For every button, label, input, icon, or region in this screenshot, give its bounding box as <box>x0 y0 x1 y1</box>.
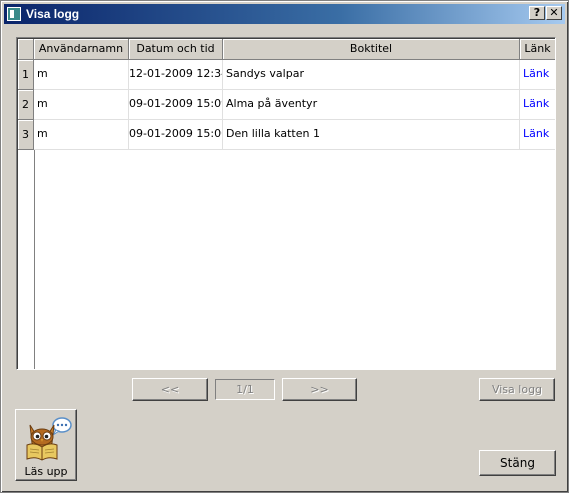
cell-datetime[interactable]: 09-01-2009 15:09 <box>129 90 223 120</box>
row-number[interactable]: 1 <box>18 60 34 90</box>
log-window: Visa logg ? ✕ Användarnamn Datum och tid… <box>0 0 569 493</box>
cell-datetime[interactable]: 12-01-2009 12:34 <box>129 60 223 90</box>
close-window-button[interactable]: ✕ <box>546 6 562 20</box>
cell-book-title[interactable]: Alma på äventyr <box>223 90 520 120</box>
cell-link[interactable]: Länk <box>520 90 555 120</box>
column-header-datetime[interactable]: Datum och tid <box>129 39 223 60</box>
table-row[interactable]: 2 m 09-01-2009 15:09 Alma på äventyr Län… <box>18 90 555 120</box>
page-indicator: 1/1 <box>215 379 275 400</box>
read-aloud-button[interactable]: Läs upp <box>15 409 77 481</box>
next-page-button[interactable]: >> <box>282 378 357 401</box>
help-button[interactable]: ? <box>529 6 545 20</box>
cell-username[interactable]: m <box>34 120 129 150</box>
show-log-button[interactable]: Visa logg <box>479 378 555 401</box>
row-header-divider <box>34 150 35 369</box>
cell-datetime[interactable]: 09-01-2009 15:06 <box>129 120 223 150</box>
title-bar[interactable]: Visa logg ? ✕ <box>4 4 565 24</box>
column-header-username[interactable]: Användarnamn <box>34 39 129 60</box>
cell-link[interactable]: Länk <box>520 60 555 90</box>
cell-book-title[interactable]: Sandys valpar <box>223 60 520 90</box>
row-number[interactable]: 2 <box>18 90 34 120</box>
cell-link[interactable]: Länk <box>520 120 555 150</box>
column-header-link[interactable]: Länk <box>520 39 555 60</box>
row-number[interactable]: 3 <box>18 120 34 150</box>
read-aloud-label: Läs upp <box>24 465 68 478</box>
previous-page-button[interactable]: << <box>132 378 208 401</box>
table-row[interactable]: 3 m 09-01-2009 15:06 Den lilla katten 1 … <box>18 120 555 150</box>
log-table[interactable]: Användarnamn Datum och tid Boktitel Länk… <box>16 37 556 370</box>
table-header: Användarnamn Datum och tid Boktitel Länk <box>18 39 555 60</box>
app-window-icon <box>7 7 21 21</box>
cell-username[interactable]: m <box>34 60 129 90</box>
cell-book-title[interactable]: Den lilla katten 1 <box>223 120 520 150</box>
column-header-book-title[interactable]: Boktitel <box>223 39 520 60</box>
table-row[interactable]: 1 m 12-01-2009 12:34 Sandys valpar Länk <box>18 60 555 90</box>
cell-username[interactable]: m <box>34 90 129 120</box>
owl-reading-book-icon <box>26 417 72 461</box>
table-corner[interactable] <box>18 39 34 60</box>
close-button[interactable]: Stäng <box>479 450 556 476</box>
window-title: Visa logg <box>26 7 80 21</box>
